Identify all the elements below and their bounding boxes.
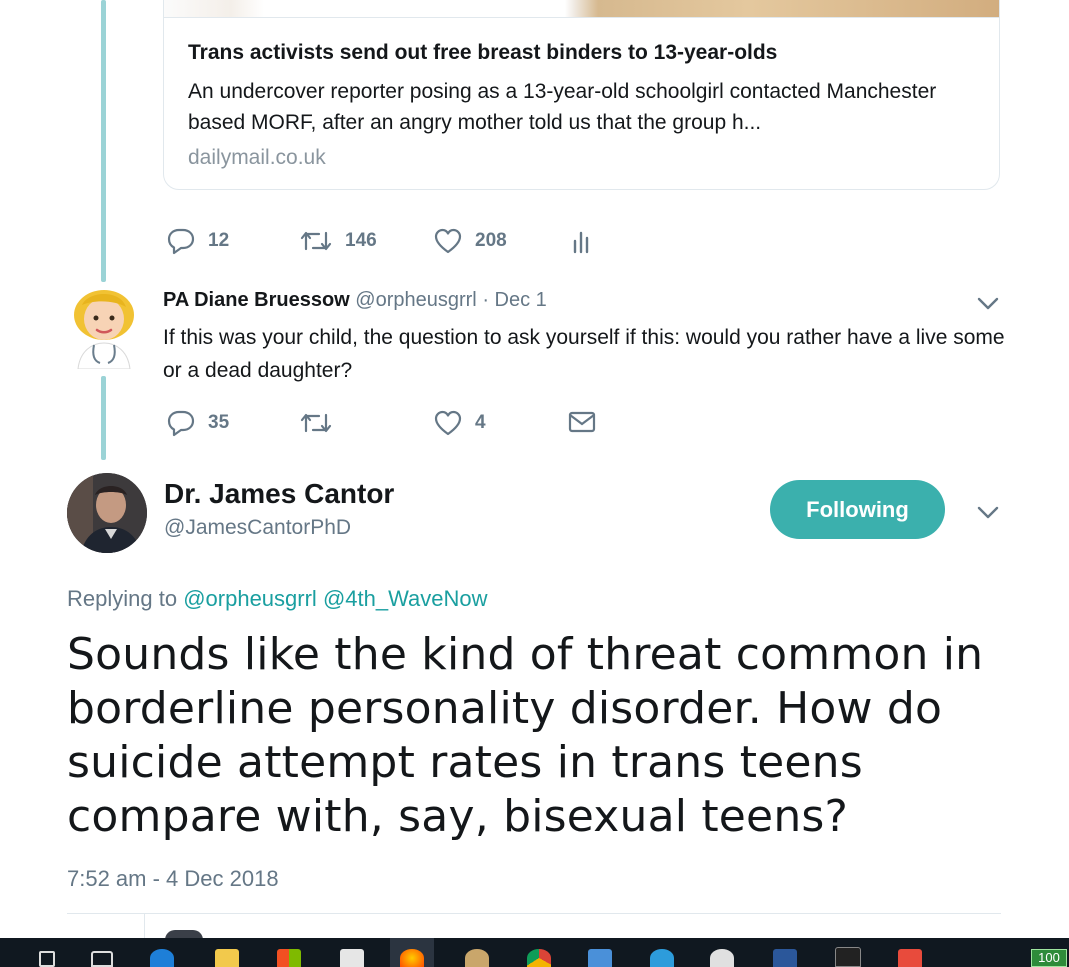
- game-icon[interactable]: [826, 938, 870, 967]
- reply-retweet-action[interactable]: [299, 409, 333, 437]
- tweet-timestamp[interactable]: 7:52 am - 4 Dec 2018: [67, 866, 279, 892]
- main-display-name[interactable]: Dr. James Cantor: [164, 478, 394, 510]
- reply-like-action[interactable]: 4: [433, 409, 486, 437]
- retweet-icon: [300, 413, 332, 433]
- file-explorer-icon[interactable]: [205, 938, 249, 967]
- main-menu-chevron-icon[interactable]: [976, 504, 1000, 525]
- edge-icon[interactable]: [140, 938, 184, 967]
- paint-icon[interactable]: [455, 938, 499, 967]
- reply-header: PA Diane Bruessow @orpheusgrrl · Dec 1: [163, 289, 547, 312]
- mention-link[interactable]: @4th_WaveNow: [323, 586, 488, 611]
- firefox-icon[interactable]: [390, 938, 434, 967]
- taskbar: 100: [0, 938, 1069, 967]
- thread-line-top: [101, 0, 106, 282]
- analytics-action[interactable]: [570, 229, 594, 255]
- word-icon[interactable]: [763, 938, 807, 967]
- link-card-image[interactable]: [163, 0, 1000, 18]
- replying-prefix: Replying to: [67, 586, 178, 611]
- reply-text: If this was your child, the question to …: [163, 326, 1005, 382]
- following-button[interactable]: Following: [770, 480, 945, 539]
- reply-count: 12: [208, 230, 230, 251]
- reply-menu-chevron-icon[interactable]: [976, 295, 1000, 316]
- analytics-icon: [573, 231, 589, 254]
- tweet-text: Sounds like the kind of threat common in…: [67, 629, 984, 842]
- retweet-action[interactable]: 146: [299, 227, 377, 255]
- search-icon[interactable]: [25, 938, 69, 967]
- heart-icon: [434, 228, 462, 254]
- retweet-icon: [300, 231, 332, 251]
- reply-like-count: 4: [475, 412, 486, 433]
- main-avatar[interactable]: [67, 473, 147, 553]
- reply-icon: [167, 410, 195, 437]
- task-view-icon[interactable]: [80, 938, 124, 967]
- link-card-description: An undercover reporter posing as a 13-ye…: [188, 80, 937, 134]
- reply-dm-action[interactable]: [567, 409, 597, 435]
- camera-icon[interactable]: [640, 938, 684, 967]
- store-icon[interactable]: [267, 938, 311, 967]
- link-card-domain: dailymail.co.uk: [188, 146, 326, 169]
- retweet-count: 146: [345, 230, 377, 251]
- mention-link[interactable]: @orpheusgrrl: [183, 586, 317, 611]
- calculator-icon[interactable]: [578, 938, 622, 967]
- heart-icon: [434, 410, 462, 436]
- like-count: 208: [475, 230, 507, 251]
- battery-indicator[interactable]: 100: [1031, 949, 1067, 967]
- mail-icon[interactable]: [330, 938, 374, 967]
- reply-avatar[interactable]: [64, 285, 144, 370]
- chrome-icon[interactable]: [517, 938, 561, 967]
- reply-handle[interactable]: @orpheusgrrl: [355, 289, 476, 311]
- battery-label: 100: [1038, 950, 1060, 965]
- replying-to: Replying to @orpheusgrrl @4th_WaveNow: [67, 586, 488, 612]
- reply-display-name[interactable]: PA Diane Bruessow: [163, 289, 350, 311]
- reply-date[interactable]: Dec 1: [495, 289, 547, 311]
- reply-separator: ·: [482, 289, 489, 311]
- main-handle[interactable]: @JamesCantorPhD: [164, 516, 351, 540]
- link-card[interactable]: Trans activists send out free breast bin…: [163, 17, 1000, 190]
- divider: [67, 913, 1001, 914]
- link-card-title: Trans activists send out free breast bin…: [188, 41, 778, 64]
- like-action[interactable]: 208: [433, 227, 507, 255]
- thread-line-bottom: [101, 376, 106, 460]
- reply-action[interactable]: 12: [166, 227, 229, 255]
- reply-reply-action[interactable]: 35: [166, 409, 229, 437]
- envelope-icon: [568, 411, 596, 433]
- reply-reply-count: 35: [208, 412, 230, 433]
- satellite-icon[interactable]: [700, 938, 744, 967]
- ss-icon[interactable]: [888, 938, 932, 967]
- reply-icon: [167, 228, 195, 255]
